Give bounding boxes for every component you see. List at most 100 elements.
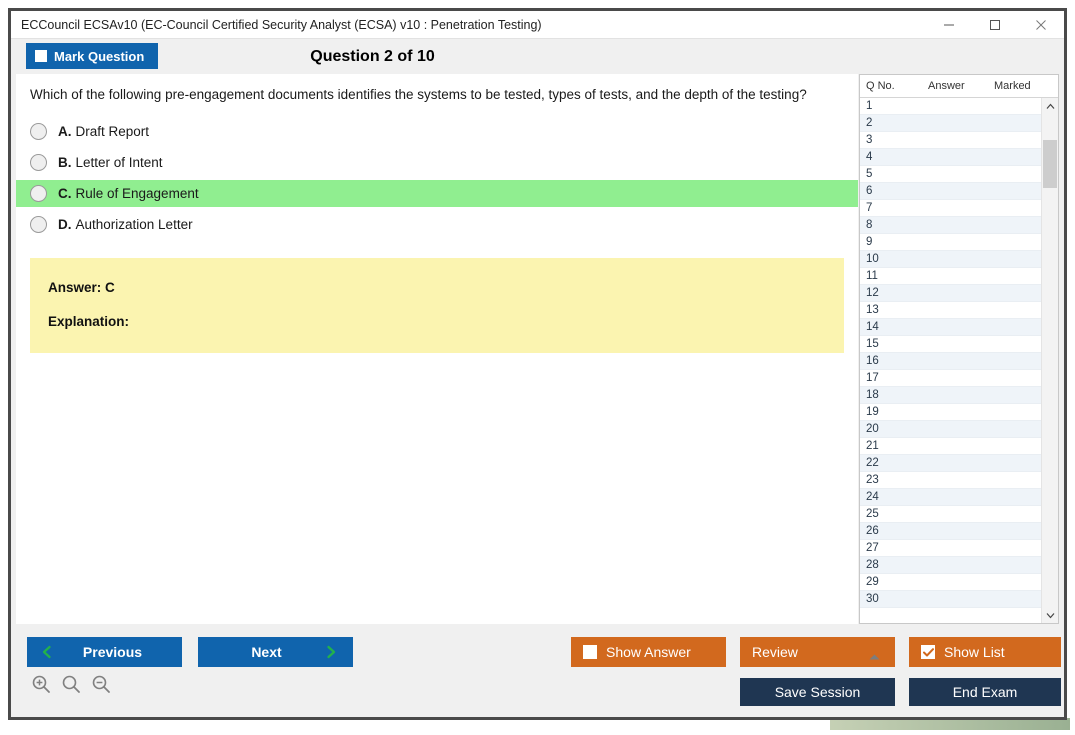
question-list-row[interactable]: 7 — [860, 200, 1041, 217]
question-list-row[interactable]: 6 — [860, 183, 1041, 200]
question-row-number: 3 — [860, 134, 927, 146]
question-list-row[interactable]: 22 — [860, 455, 1041, 472]
question-row-number: 7 — [860, 202, 927, 214]
close-icon — [1034, 18, 1048, 32]
end-exam-button[interactable]: End Exam — [909, 678, 1061, 706]
explanation-label: Explanation: — [48, 314, 844, 329]
radio-icon-b[interactable] — [30, 154, 47, 171]
question-list-rows[interactable]: 1234567891011121314151617181920212223242… — [860, 98, 1041, 623]
question-list-row[interactable]: 26 — [860, 523, 1041, 540]
option-row-c[interactable]: C. Rule of Engagement — [16, 180, 858, 207]
option-row-a[interactable]: A. Draft Report — [16, 118, 858, 145]
option-row-d[interactable]: D. Authorization Letter — [16, 211, 858, 238]
question-row-number: 1 — [860, 100, 927, 112]
question-row-number: 10 — [860, 253, 927, 265]
question-list-row[interactable]: 13 — [860, 302, 1041, 319]
scrollbar-thumb[interactable] — [1043, 140, 1057, 188]
question-row-number: 26 — [860, 525, 927, 537]
question-list-row[interactable]: 4 — [860, 149, 1041, 166]
question-list-header: Q No. Answer Marked — [860, 75, 1058, 98]
question-row-number: 20 — [860, 423, 927, 435]
answer-label: Answer: C — [48, 280, 844, 295]
zoom-reset-icon[interactable] — [61, 674, 81, 694]
review-dropdown[interactable]: Review — [740, 637, 895, 667]
question-list-row[interactable]: 17 — [860, 370, 1041, 387]
radio-icon-a[interactable] — [30, 123, 47, 140]
question-list-row[interactable]: 11 — [860, 268, 1041, 285]
question-list-scrollbar[interactable] — [1041, 98, 1058, 623]
minimize-icon — [942, 18, 956, 32]
zoom-in-icon[interactable] — [31, 674, 51, 694]
option-text-d: Authorization Letter — [76, 217, 193, 232]
question-list-row[interactable]: 8 — [860, 217, 1041, 234]
question-row-number: 4 — [860, 151, 927, 163]
question-list-row[interactable]: 14 — [860, 319, 1041, 336]
title-bar: ECCouncil ECSAv10 (EC-Council Certified … — [11, 11, 1064, 39]
column-header-marked: Marked — [994, 80, 1054, 92]
previous-button[interactable]: Previous — [27, 637, 182, 667]
question-list-row[interactable]: 21 — [860, 438, 1041, 455]
next-label: Next — [198, 644, 325, 660]
radio-icon-c[interactable] — [30, 185, 47, 202]
end-exam-label: End Exam — [953, 684, 1018, 700]
question-list-row[interactable]: 24 — [860, 489, 1041, 506]
question-list-row[interactable]: 12 — [860, 285, 1041, 302]
question-list-row[interactable]: 1 — [860, 98, 1041, 115]
question-list-row[interactable]: 5 — [860, 166, 1041, 183]
question-list-row[interactable]: 29 — [860, 574, 1041, 591]
question-list-row[interactable]: 20 — [860, 421, 1041, 438]
save-session-button[interactable]: Save Session — [740, 678, 895, 706]
check-icon — [923, 648, 934, 657]
question-row-number: 16 — [860, 355, 927, 367]
scroll-up-button[interactable] — [1042, 98, 1058, 114]
question-row-number: 17 — [860, 372, 927, 384]
question-list-row[interactable]: 27 — [860, 540, 1041, 557]
question-list-row[interactable]: 18 — [860, 387, 1041, 404]
zoom-out-icon[interactable] — [91, 674, 111, 694]
close-button[interactable] — [1018, 12, 1064, 38]
option-text-a: Draft Report — [76, 124, 150, 139]
show-list-label: Show List — [944, 644, 1005, 660]
question-list-panel: Q No. Answer Marked 12345678910111213141… — [859, 74, 1059, 624]
option-text-b: Letter of Intent — [76, 155, 163, 170]
question-list-row[interactable]: 19 — [860, 404, 1041, 421]
show-list-button[interactable]: Show List — [909, 637, 1061, 667]
question-list-row[interactable]: 15 — [860, 336, 1041, 353]
option-text-c: Rule of Engagement — [76, 186, 199, 201]
show-answer-button[interactable]: Show Answer — [571, 637, 726, 667]
question-counter: Question 2 of 10 — [11, 39, 1064, 74]
question-list-body: 1234567891011121314151617181920212223242… — [860, 98, 1058, 623]
next-button[interactable]: Next — [198, 637, 353, 667]
chevron-left-icon — [41, 645, 53, 659]
question-row-number: 15 — [860, 338, 927, 350]
footer-toolbar: Previous Next Show Answer Review — [11, 624, 1064, 717]
column-header-qno: Q No. — [860, 80, 928, 92]
save-session-label: Save Session — [775, 684, 861, 700]
question-list-row[interactable]: 28 — [860, 557, 1041, 574]
question-list-row[interactable]: 2 — [860, 115, 1041, 132]
answer-explanation-box: Answer: C Explanation: — [30, 258, 844, 353]
question-list-row[interactable]: 30 — [860, 591, 1041, 608]
show-answer-label: Show Answer — [606, 644, 691, 660]
show-answer-checkbox-icon — [583, 645, 597, 659]
scroll-down-button[interactable] — [1042, 607, 1058, 623]
minimize-button[interactable] — [926, 12, 972, 38]
question-list-row[interactable]: 25 — [860, 506, 1041, 523]
question-row-number: 29 — [860, 576, 927, 588]
exam-header-bar: Mark Question Question 2 of 10 — [11, 39, 1064, 74]
option-letter-d: D. — [58, 217, 72, 232]
question-row-number: 18 — [860, 389, 927, 401]
radio-icon-d[interactable] — [30, 216, 47, 233]
option-row-b[interactable]: B. Letter of Intent — [16, 149, 858, 176]
exam-body: Which of the following pre-engagement do… — [11, 74, 1064, 717]
question-panel: Which of the following pre-engagement do… — [16, 74, 858, 624]
maximize-icon — [988, 18, 1002, 32]
maximize-button[interactable] — [972, 12, 1018, 38]
question-row-number: 24 — [860, 491, 927, 503]
question-list-row[interactable]: 10 — [860, 251, 1041, 268]
scrollbar-track[interactable] — [1042, 114, 1058, 607]
question-list-row[interactable]: 3 — [860, 132, 1041, 149]
question-list-row[interactable]: 16 — [860, 353, 1041, 370]
question-list-row[interactable]: 9 — [860, 234, 1041, 251]
question-list-row[interactable]: 23 — [860, 472, 1041, 489]
